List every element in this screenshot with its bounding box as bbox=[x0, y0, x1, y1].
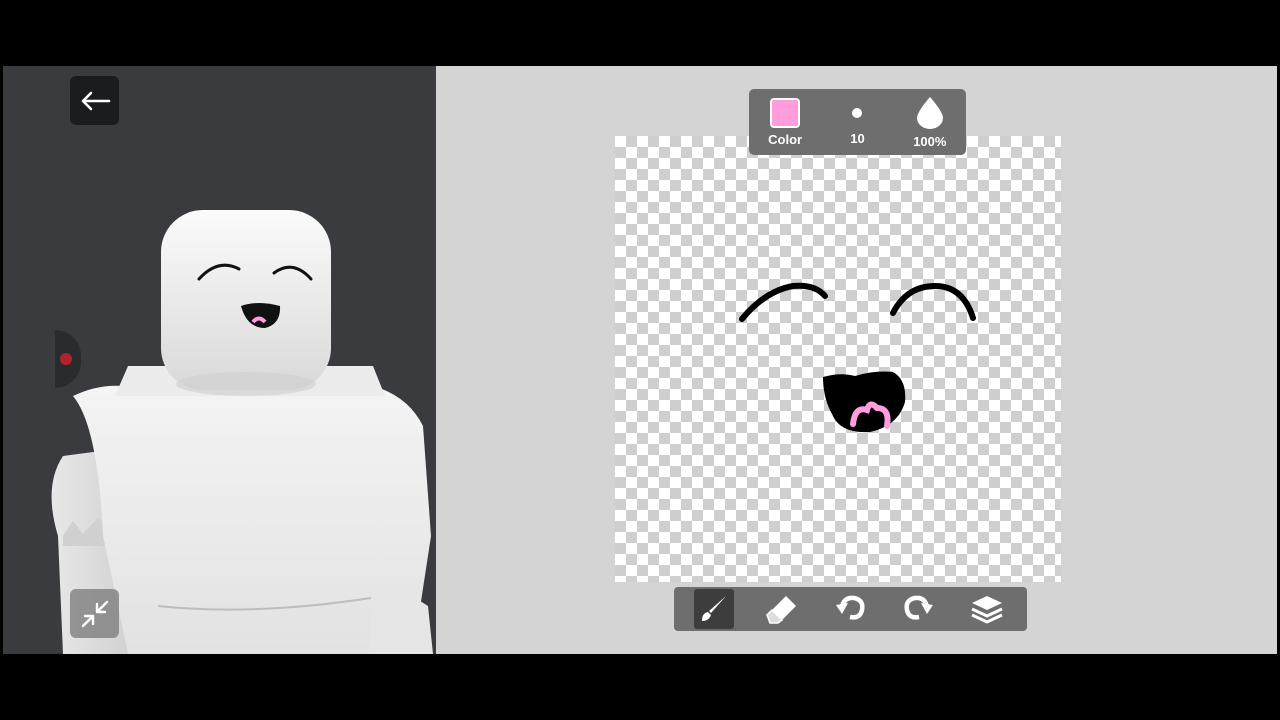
layers-icon bbox=[971, 596, 1003, 624]
record-dot-icon bbox=[60, 353, 72, 365]
back-button[interactable] bbox=[70, 76, 119, 125]
redo-icon bbox=[904, 595, 933, 620]
drawing-tools-toolbar bbox=[674, 587, 1027, 631]
drawing-editor: Color 10 100% bbox=[436, 66, 1277, 654]
layers-tool-button[interactable] bbox=[967, 589, 1007, 629]
color-label: Color bbox=[768, 131, 803, 147]
eraser-tool-button[interactable] bbox=[762, 589, 802, 629]
eraser-icon bbox=[766, 596, 797, 624]
minimize-button[interactable] bbox=[70, 589, 119, 638]
redo-tool-button[interactable] bbox=[899, 589, 939, 629]
face-drawing bbox=[739, 282, 976, 433]
opacity-value: 100% bbox=[913, 133, 947, 149]
brush-icon bbox=[702, 596, 727, 621]
brush-size-dot-icon bbox=[852, 107, 863, 118]
opacity-button[interactable]: 100% bbox=[898, 92, 962, 152]
brush-size-button[interactable]: 10 bbox=[825, 92, 889, 152]
undo-tool-button[interactable] bbox=[830, 589, 870, 629]
arrow-left-icon bbox=[81, 91, 110, 110]
color-picker-button[interactable]: Color bbox=[753, 92, 817, 152]
droplet-icon bbox=[916, 96, 943, 129]
brush-settings-toolbar: Color 10 100% bbox=[749, 89, 966, 155]
brush-size-value: 10 bbox=[850, 130, 865, 146]
undo-icon bbox=[836, 595, 866, 620]
brush-tool-button[interactable] bbox=[694, 589, 735, 629]
color-swatch bbox=[770, 97, 801, 128]
avatar-preview-panel[interactable] bbox=[3, 66, 436, 654]
drawing-canvas[interactable] bbox=[615, 136, 1061, 582]
app-frame: Color 10 100% bbox=[3, 66, 1277, 654]
minimize-icon bbox=[81, 600, 108, 627]
